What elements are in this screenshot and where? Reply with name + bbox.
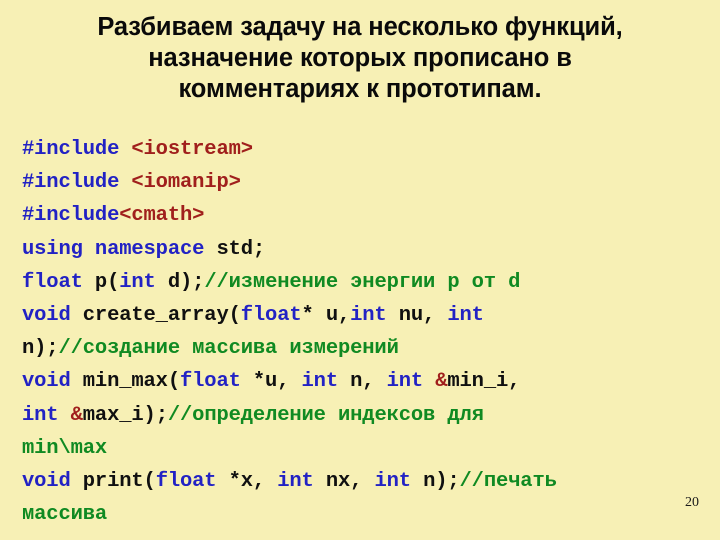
code-token: std; (216, 237, 266, 261)
code-token: <iostream> (131, 138, 253, 161)
code-token: void (22, 370, 83, 394)
code-token: nx, (313, 470, 375, 494)
code-token: #include (22, 138, 132, 161)
code-line: массива (22, 498, 694, 531)
code-token: min_max( (82, 370, 180, 394)
title-line-3: комментариях к прототипам. (178, 75, 542, 103)
code-token: void (22, 470, 83, 494)
code-token: void (22, 304, 83, 328)
code-token: float (240, 304, 302, 328)
code-token: int (277, 470, 314, 494)
code-token: max_i); (82, 403, 168, 427)
code-token: p( (94, 270, 120, 294)
code-token: массива (22, 503, 108, 527)
code-token: #include (22, 204, 120, 228)
code-token: using namespace (22, 237, 217, 261)
code-token: *x, (216, 470, 278, 494)
code-token: n); (410, 470, 460, 494)
code-token: <iomanip> (131, 171, 241, 195)
code-token: nu, (386, 304, 448, 328)
code-token: int (447, 304, 484, 328)
slide-canvas: Разбиваем задачу на несколько функций, н… (0, 0, 720, 540)
code-line: #include <iomanip> (22, 166, 694, 199)
title-line-2: назначение которых прописано в (148, 44, 572, 72)
code-line: int &max_i);//определение индексов для (22, 399, 694, 432)
slide-number: 20 (685, 495, 699, 510)
code-token: int (301, 370, 339, 394)
code-token: *u, (240, 370, 302, 394)
title-line-1: Разбиваем задачу на несколько функций, (97, 13, 623, 41)
code-line: void create_array(float* u,int nu, int (22, 299, 694, 332)
code-token: <cmath> (119, 204, 205, 228)
slide-title: Разбиваем задачу на несколько функций, н… (34, 12, 686, 105)
code-token: min\max (22, 436, 108, 460)
code-token: & (70, 403, 83, 427)
code-token: int (350, 304, 387, 328)
code-token: create_array( (82, 304, 241, 328)
code-token: min_i, (447, 370, 521, 394)
code-token: //печать (459, 470, 557, 494)
code-line: void print(float *x, int nx, int n);//пе… (22, 465, 694, 498)
code-token: int (386, 370, 424, 394)
code-token: int (22, 403, 59, 427)
code-token: int (374, 470, 411, 494)
code-token: * u, (301, 304, 351, 328)
code-token: //определение индексов для (167, 403, 484, 427)
code-token: float (22, 270, 95, 294)
code-token: n); (22, 337, 59, 361)
code-listing: #include <iostream> #include <iomanip> #in… (22, 133, 694, 531)
code-token: //изменение энергии p от d (204, 270, 521, 294)
code-token: int (119, 270, 156, 294)
code-line: min\max (22, 432, 694, 465)
code-line: float p(int d);//изменение энергии p от … (22, 266, 694, 299)
code-line: #include <iostream> (22, 133, 694, 166)
code-token: //создание массива измерений (58, 337, 399, 361)
code-line: void min_max(float *u, int n, int &min_i… (22, 365, 694, 398)
code-token: n, (337, 370, 387, 394)
code-line: n);//создание массива измерений (22, 332, 694, 365)
code-token: & (435, 370, 448, 394)
code-token: float (179, 370, 241, 394)
code-line: using namespace std; (22, 233, 694, 266)
code-token: float (155, 470, 217, 494)
code-token: d); (155, 270, 205, 294)
code-line: #include<cmath> (22, 199, 694, 232)
code-token: print( (82, 470, 156, 494)
code-token: #include (22, 171, 132, 195)
